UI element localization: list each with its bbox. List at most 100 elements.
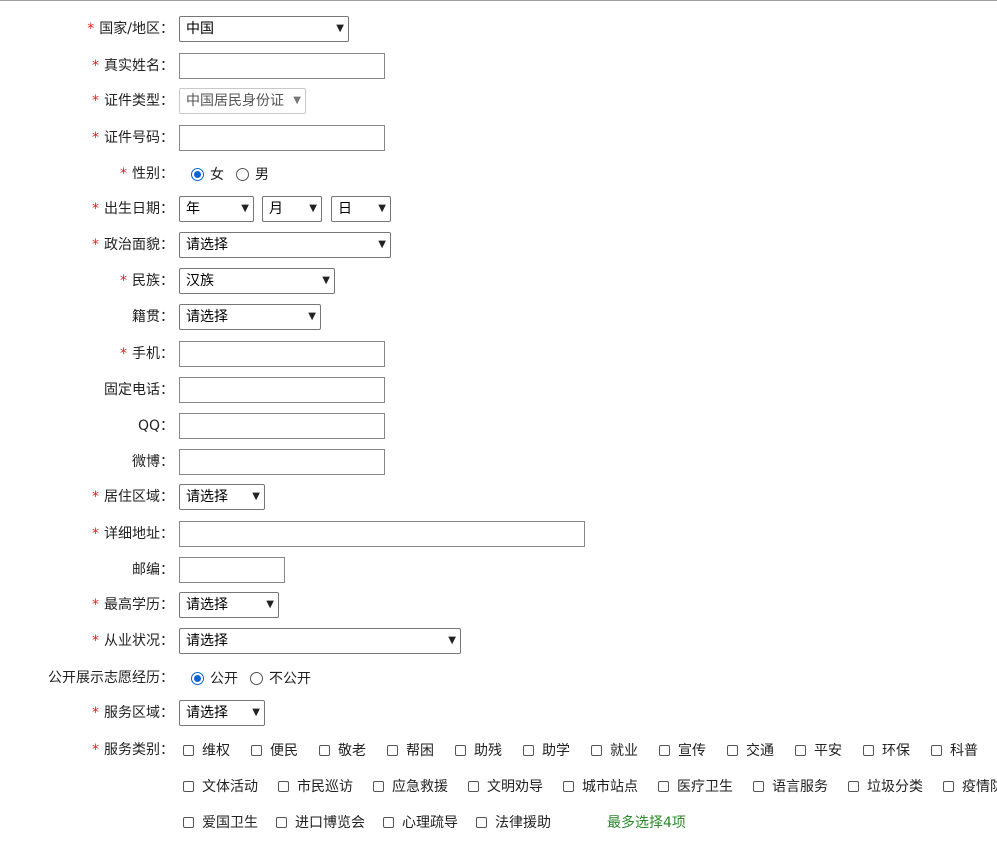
checkbox-label: 城市站点 <box>582 779 638 795</box>
service-category-option[interactable]: 环保 <box>863 740 910 760</box>
row-ethnicity: * 民族： 汉族 ▼ <box>0 267 997 295</box>
checkbox[interactable] <box>658 780 669 792</box>
checkbox[interactable] <box>848 780 859 792</box>
service-category-option[interactable]: 医疗卫生 <box>658 776 733 796</box>
checkbox[interactable] <box>251 744 262 756</box>
row-birth-date: * 出生日期： 年 ▼ 月 ▼ 日 ▼ <box>0 195 997 223</box>
checkbox-label: 便民 <box>270 743 298 759</box>
checkbox[interactable] <box>476 816 487 828</box>
chevron-down-icon: ▼ <box>252 491 260 502</box>
service-category-option[interactable]: 垃圾分类 <box>848 776 923 796</box>
ethnicity-select[interactable]: 汉族 ▼ <box>179 268 335 294</box>
chevron-down-icon: ▼ <box>336 23 344 34</box>
max-selection-note: 最多选择4项 <box>607 815 686 831</box>
service-category-option[interactable]: 文明劝导 <box>468 776 543 796</box>
service-category-option[interactable]: 帮困 <box>387 740 434 760</box>
service-category-option[interactable]: 应急救援 <box>373 776 448 796</box>
service-category-option[interactable]: 便民 <box>251 740 298 760</box>
checkbox[interactable] <box>563 780 574 792</box>
education-select[interactable]: 请选择 ▼ <box>179 592 279 618</box>
residence-area-select[interactable]: 请选择 ▼ <box>179 484 265 510</box>
service-category-option[interactable]: 助残 <box>455 740 502 760</box>
landline-input[interactable] <box>179 377 385 403</box>
weibo-input[interactable] <box>179 449 385 475</box>
birth-day-select[interactable]: 日 ▼ <box>331 196 391 222</box>
row-qq: QQ： <box>0 412 997 440</box>
birth-month-select[interactable]: 月 ▼ <box>262 196 322 222</box>
service-category-option[interactable]: 敬老 <box>319 740 366 760</box>
chevron-down-icon: ▼ <box>322 275 330 286</box>
mobile-input[interactable] <box>179 341 385 367</box>
checkbox[interactable] <box>753 780 764 792</box>
service-category-option[interactable]: 文体活动 <box>183 776 258 796</box>
not-public-radio[interactable] <box>250 671 263 685</box>
real-name-input[interactable] <box>179 53 385 79</box>
service-category-option[interactable]: 平安 <box>795 740 842 760</box>
checkbox-label: 助残 <box>474 743 502 759</box>
checkbox-label: 助学 <box>542 743 570 759</box>
country-select[interactable]: 中国 ▼ <box>179 16 349 42</box>
service-category-option[interactable]: 疫情防控 <box>943 776 997 796</box>
birth-year-select[interactable]: 年 ▼ <box>179 196 254 222</box>
checkbox[interactable] <box>183 744 194 756</box>
checkbox[interactable] <box>387 744 398 756</box>
checkbox[interactable] <box>659 744 670 756</box>
checkbox[interactable] <box>373 780 384 792</box>
checkbox-label: 法律援助 <box>495 815 551 831</box>
row-public-history: 公开展示志愿经历： 公开 不公开 <box>0 664 997 692</box>
service-category-option[interactable]: 科普 <box>931 740 978 760</box>
checkbox[interactable] <box>319 744 330 756</box>
row-weibo: 微博： <box>0 448 997 476</box>
id-type-select[interactable]: 中国居民身份证 ▼ <box>179 88 306 114</box>
service-category-option[interactable]: 维权 <box>183 740 230 760</box>
public-radio[interactable] <box>191 671 204 685</box>
service-category-option[interactable]: 法律援助 <box>476 812 551 832</box>
service-category-row-3: 爱国卫生 进口博览会 心理疏导 法律援助 最多选择4项 <box>183 808 686 836</box>
checkbox[interactable] <box>591 744 602 756</box>
checkbox[interactable] <box>727 744 738 756</box>
service-category-option[interactable]: 心理疏导 <box>383 812 458 832</box>
checkbox-label: 科普 <box>950 743 978 759</box>
native-place-select[interactable]: 请选择 ▼ <box>179 304 321 330</box>
checkbox-label: 疫情防控 <box>962 779 997 795</box>
country-label: * 国家/地区： <box>87 21 174 37</box>
service-category-option[interactable]: 语言服务 <box>753 776 828 796</box>
service-category-option[interactable]: 交通 <box>727 740 774 760</box>
row-service-area: * 服务区域： 请选择 ▼ <box>0 699 997 727</box>
checkbox[interactable] <box>278 780 289 792</box>
checkbox[interactable] <box>931 744 942 756</box>
checkbox[interactable] <box>468 780 479 792</box>
id-number-input[interactable] <box>179 125 385 151</box>
checkbox[interactable] <box>383 816 394 828</box>
service-category-option[interactable]: 宣传 <box>659 740 706 760</box>
row-landline: 固定电话： <box>0 376 997 404</box>
address-label: * 详细地址： <box>92 526 174 542</box>
service-category-option[interactable]: 进口博览会 <box>276 812 365 832</box>
service-category-option[interactable]: 城市站点 <box>563 776 638 796</box>
checkbox[interactable] <box>455 744 466 756</box>
service-category-option[interactable]: 市民巡访 <box>278 776 353 796</box>
service-category-option[interactable]: 就业 <box>591 740 638 760</box>
qq-input[interactable] <box>179 413 385 439</box>
gender-male-radio[interactable] <box>236 167 249 181</box>
service-area-select[interactable]: 请选择 ▼ <box>179 700 265 726</box>
checkbox[interactable] <box>183 780 194 792</box>
service-category-option[interactable]: 助学 <box>523 740 570 760</box>
checkbox-label: 文明劝导 <box>487 779 543 795</box>
service-category-option[interactable]: 爱国卫生 <box>183 812 258 832</box>
employment-select[interactable]: 请选择 ▼ <box>179 628 461 654</box>
political-status-select[interactable]: 请选择 ▼ <box>179 232 391 258</box>
checkbox[interactable] <box>863 744 874 756</box>
chevron-down-icon: ▼ <box>378 203 386 214</box>
checkbox[interactable] <box>183 816 194 828</box>
gender-female-radio[interactable] <box>191 167 204 181</box>
chevron-down-icon: ▼ <box>293 95 301 106</box>
qq-label: QQ： <box>137 418 174 434</box>
checkbox[interactable] <box>523 744 534 756</box>
landline-label: 固定电话： <box>104 382 174 398</box>
address-input[interactable] <box>179 521 585 547</box>
checkbox[interactable] <box>795 744 806 756</box>
checkbox[interactable] <box>276 816 287 828</box>
postcode-input[interactable] <box>179 557 285 583</box>
checkbox[interactable] <box>943 780 954 792</box>
